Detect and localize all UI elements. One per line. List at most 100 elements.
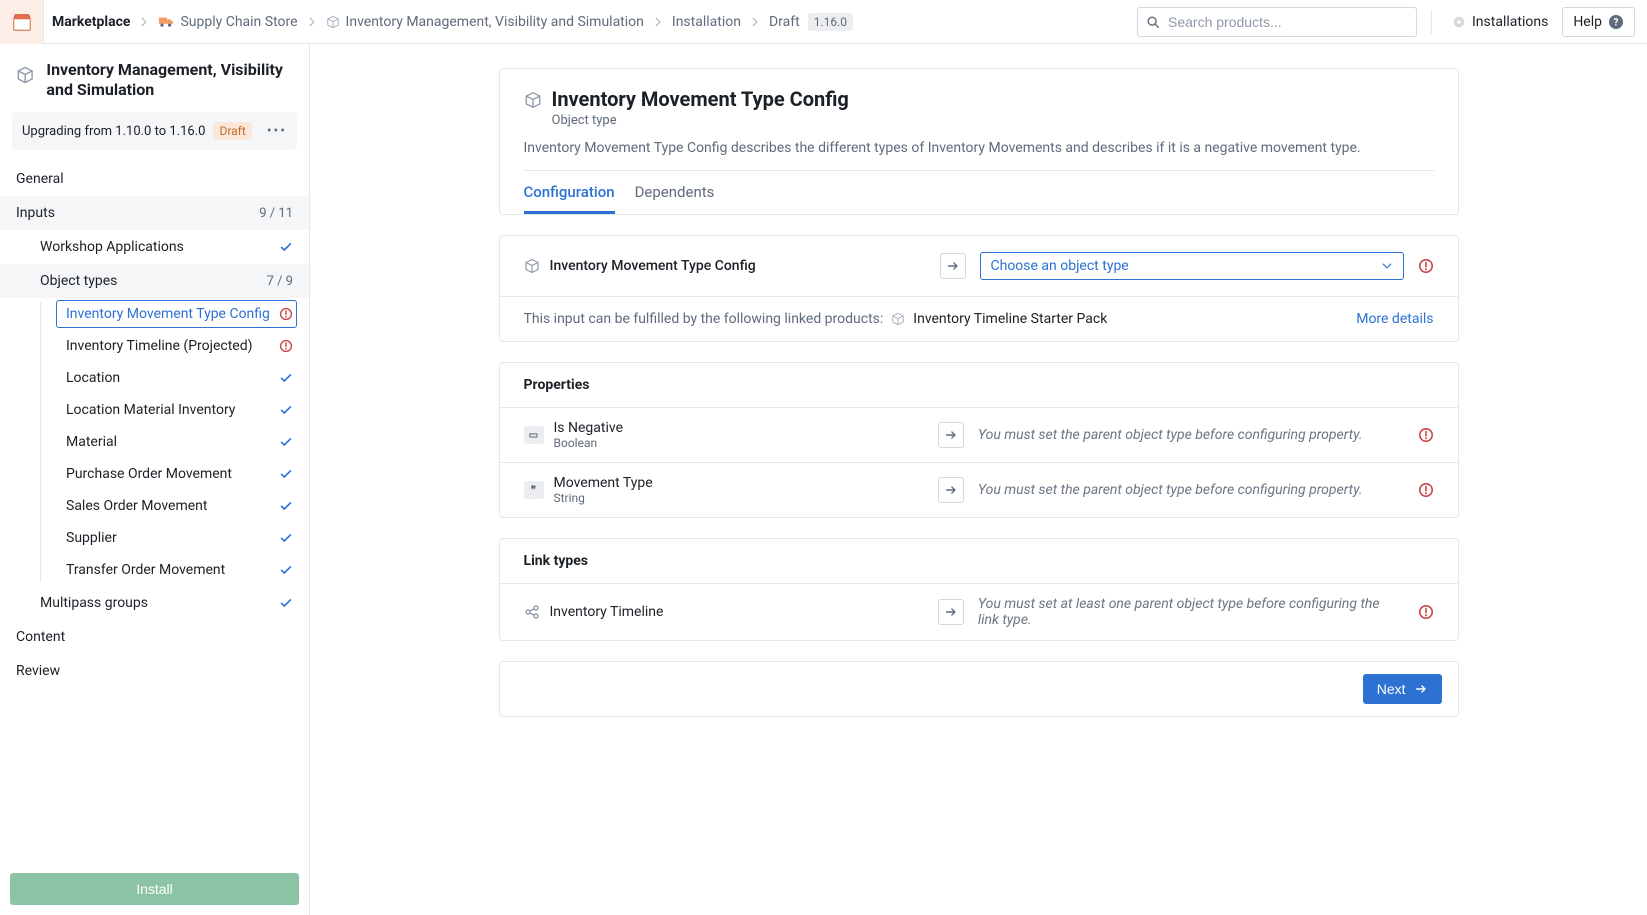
arrow-right-icon (944, 605, 958, 619)
linktype-message: You must set at least one parent object … (978, 596, 1404, 628)
object-type-label: Location (66, 370, 271, 386)
section-inputs[interactable]: Inputs 9 / 11 (0, 196, 309, 230)
app-logo[interactable] (0, 0, 44, 44)
cube-icon (524, 258, 540, 274)
object-type-list: Inventory Movement Type Config Inventory … (0, 298, 309, 586)
install-button[interactable]: Install (10, 873, 299, 905)
search-input[interactable] (1168, 14, 1408, 30)
object-type-item[interactable]: Location (0, 362, 309, 394)
properties-card: Properties ▭ Is Negative Boolean You mus… (499, 362, 1459, 518)
config-row: Inventory Movement Type Config Choose an… (500, 236, 1458, 297)
check-icon (279, 467, 293, 481)
error-icon (1418, 482, 1434, 498)
linktype-row: Inventory Timeline You must set at least… (500, 584, 1458, 640)
check-icon (279, 371, 293, 385)
error-icon (1418, 258, 1434, 274)
divider (1431, 10, 1432, 34)
section-content[interactable]: Content (0, 620, 309, 654)
object-type-label: Inventory Timeline (Projected) (66, 338, 271, 354)
linktypes-title: Link types (500, 539, 1458, 584)
config-label: Inventory Movement Type Config (550, 258, 756, 274)
object-type-item[interactable]: Material (0, 426, 309, 458)
error-icon (1418, 604, 1434, 620)
section-workshop[interactable]: Workshop Applications (0, 230, 309, 264)
more-menu-button[interactable]: ••• (267, 123, 287, 139)
arrow-right-icon (946, 259, 960, 273)
sidebar-header: Inventory Management, Visibility and Sim… (0, 44, 309, 112)
arrow-right-icon (1414, 682, 1428, 696)
section-count: 7 / 9 (267, 274, 293, 289)
object-type-label: Supplier (66, 530, 271, 546)
installations-link[interactable]: Installations (1446, 14, 1554, 30)
sidebar-title: Inventory Management, Visibility and Sim… (46, 60, 293, 100)
help-icon (1608, 14, 1624, 30)
cube-icon (326, 15, 340, 29)
object-type-select[interactable]: Choose an object type (980, 252, 1404, 280)
next-button[interactable]: Next (1363, 674, 1442, 704)
object-type-label: Sales Order Movement (66, 498, 271, 514)
section-general[interactable]: General (0, 162, 309, 196)
arrow-right-icon (944, 428, 958, 442)
boolean-icon: ▭ (524, 426, 544, 444)
section-multipass[interactable]: Multipass groups (0, 586, 309, 620)
check-icon (279, 499, 293, 513)
sidebar-tree: General Inputs 9 / 11 Workshop Applicati… (0, 162, 309, 863)
section-label: Inputs (16, 205, 259, 221)
object-type-label: Inventory Movement Type Config (66, 306, 271, 322)
help-button[interactable]: Help (1562, 7, 1635, 37)
arrow-right-icon (944, 483, 958, 497)
map-button[interactable] (938, 477, 964, 503)
storefront-icon (11, 11, 33, 33)
crumb-app[interactable]: Marketplace (52, 14, 130, 30)
linked-intro: This input can be fulfilled by the follo… (524, 311, 884, 327)
topbar: Marketplace Supply Chain Store Inventory… (0, 0, 1647, 44)
check-icon (279, 531, 293, 545)
tab-dependents[interactable]: Dependents (635, 171, 715, 214)
check-icon (279, 563, 293, 577)
page-description: Inventory Movement Type Config describes… (524, 140, 1434, 156)
chevron-right-icon (306, 16, 318, 28)
linktypes-card: Link types Inventory Timeline You must s… (499, 538, 1459, 641)
footer-card: Next (499, 661, 1459, 717)
object-type-item[interactable]: Sales Order Movement (0, 490, 309, 522)
crumb-state[interactable]: Draft (769, 14, 800, 30)
crumb-product[interactable]: Inventory Management, Visibility and Sim… (326, 14, 644, 30)
section-label: Multipass groups (40, 595, 271, 611)
header-card: Inventory Movement Type Config Object ty… (499, 68, 1459, 215)
search-icon (1146, 15, 1160, 29)
error-icon (279, 339, 293, 353)
crumb-page[interactable]: Installation (672, 14, 741, 30)
map-button[interactable] (938, 422, 964, 448)
next-label: Next (1377, 681, 1406, 697)
upgrade-text: Upgrading from 1.10.0 to 1.16.0 (22, 124, 205, 139)
chevron-down-icon (1381, 260, 1393, 272)
object-type-item[interactable]: Inventory Movement Type Config (0, 298, 309, 330)
object-type-item[interactable]: Purchase Order Movement (0, 458, 309, 490)
section-review[interactable]: Review (0, 654, 309, 688)
search-box[interactable] (1137, 7, 1417, 37)
property-message: You must set the parent object type befo… (978, 427, 1404, 443)
map-button[interactable] (938, 599, 964, 625)
linked-product[interactable]: Inventory Timeline Starter Pack (913, 311, 1107, 327)
check-icon (279, 240, 293, 254)
properties-title: Properties (500, 363, 1458, 408)
main: Inventory Movement Type Config Object ty… (310, 44, 1647, 915)
error-icon (1418, 427, 1434, 443)
map-button[interactable] (940, 253, 966, 279)
upgrade-banner: Upgrading from 1.10.0 to 1.16.0 Draft ••… (12, 112, 297, 150)
page-subtitle: Object type (552, 113, 849, 128)
object-type-item[interactable]: Location Material Inventory (0, 394, 309, 426)
error-icon (279, 307, 293, 321)
select-placeholder: Choose an object type (991, 258, 1129, 274)
truck-icon (158, 15, 174, 29)
object-type-item[interactable]: Inventory Timeline (Projected) (0, 330, 309, 362)
breadcrumb: Marketplace Supply Chain Store Inventory… (52, 13, 853, 31)
object-type-item[interactable]: Transfer Order Movement (0, 554, 309, 586)
more-details-link[interactable]: More details (1356, 311, 1433, 327)
cube-icon (524, 91, 542, 109)
crumb-store[interactable]: Supply Chain Store (158, 14, 297, 30)
tabs: Configuration Dependents (500, 171, 1458, 214)
object-type-item[interactable]: Supplier (0, 522, 309, 554)
section-object-types[interactable]: Object types 7 / 9 (0, 264, 309, 298)
tab-configuration[interactable]: Configuration (524, 171, 615, 214)
